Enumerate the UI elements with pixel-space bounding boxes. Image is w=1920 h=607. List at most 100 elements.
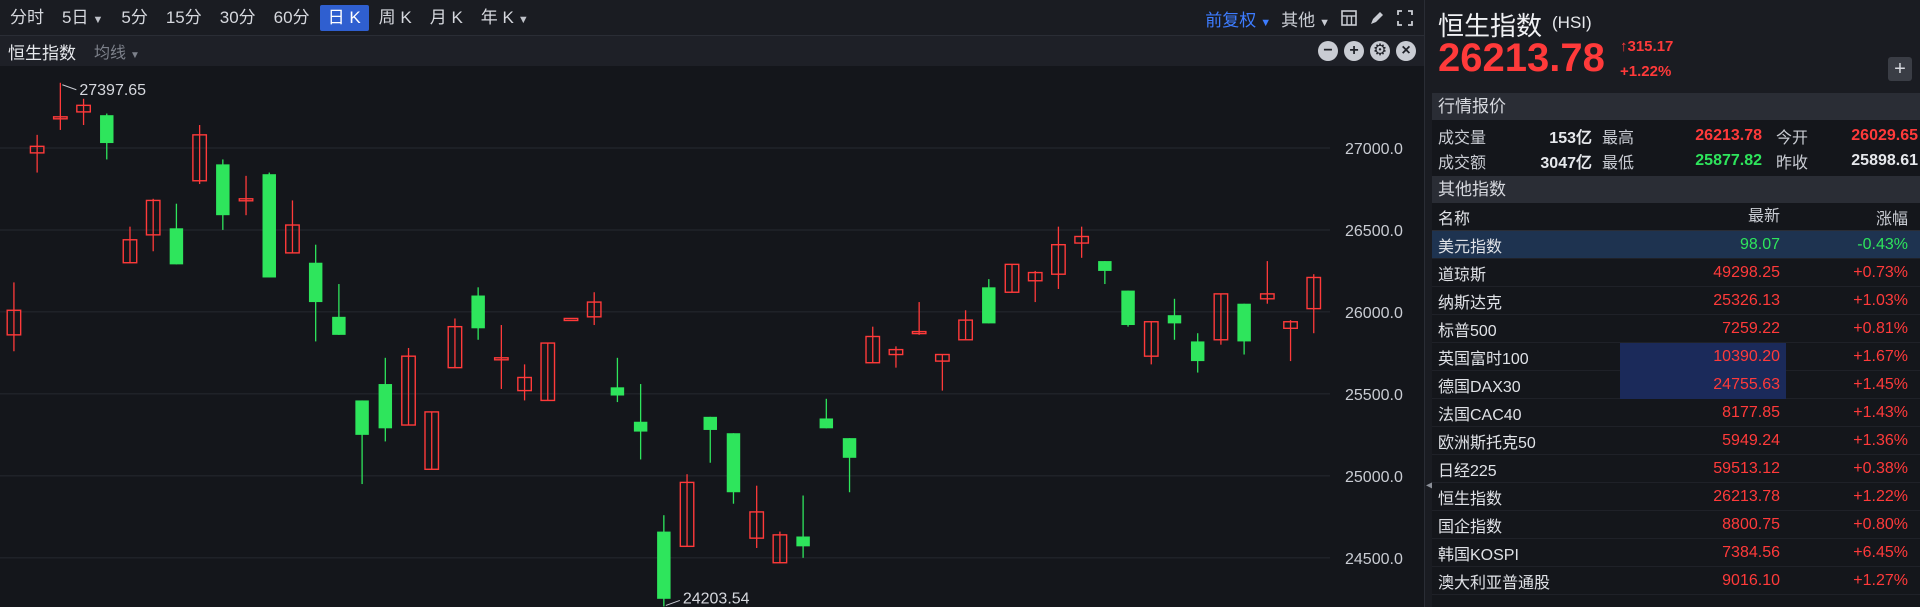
- open-label: 今开: [1776, 129, 1809, 147]
- tf-weekly-k[interactable]: 周 K: [371, 5, 420, 31]
- index-row-chg: +0.73%: [1853, 263, 1908, 281]
- other-label: 其他: [1281, 10, 1316, 30]
- indices-table: 美元指数 98.07 -0.43% 道琼斯 49298.25 +0.73% 纳斯达克 2532…: [1432, 231, 1920, 595]
- index-row-name: 纳斯达克: [1438, 294, 1503, 312]
- candle-body: [1167, 315, 1182, 324]
- index-row-chg: +0.38%: [1853, 459, 1908, 477]
- quote-grid: 成交量 153亿 最高 26213.78 今开 26029.65 成交额 304…: [1432, 120, 1920, 176]
- app-root: 分时 5日 ▼ 5分 15分 30分 60分 日 K 周 K 月 K 年 K ▼ 前…: [0, 0, 1920, 607]
- tf-60min[interactable]: 60分: [266, 5, 318, 31]
- panel-splitter[interactable]: ◀: [1424, 0, 1434, 607]
- chevron-down-icon: ▼: [1260, 16, 1272, 29]
- index-row-last: 10390.20: [1620, 342, 1786, 371]
- add-watchlist-button[interactable]: +: [1888, 57, 1912, 81]
- index-row[interactable]: 德国DAX30 24755.63 +1.45%: [1432, 370, 1920, 399]
- index-row[interactable]: 日经225 59513.12 +0.38%: [1432, 455, 1920, 483]
- index-row[interactable]: 标普500 7259.22 +0.81%: [1432, 315, 1920, 343]
- index-row-chg: +1.03%: [1853, 291, 1908, 309]
- index-row[interactable]: 韩国KOSPI 7384.56 +6.45%: [1432, 539, 1920, 567]
- index-row-chg: +0.80%: [1853, 515, 1908, 533]
- zoom-out-icon[interactable]: −: [1318, 41, 1338, 61]
- adjust-dropdown[interactable]: 前复权 ▼: [1205, 6, 1271, 31]
- open-value: 26029.65: [1851, 126, 1918, 144]
- candlestick-chart[interactable]: 27000.0 26500.0 26000.0 25500.0 25000.0 24500…: [0, 66, 1424, 607]
- low-annotation: 24203.54: [683, 590, 750, 607]
- index-row-chg: +1.67%: [1853, 347, 1908, 365]
- candle-body: [819, 418, 834, 429]
- fullscreen-icon[interactable]: [1396, 9, 1414, 27]
- low-value: 25877.82: [1695, 151, 1762, 169]
- y-tick-label: 24500.0: [1345, 551, 1403, 568]
- tf-monthly-k[interactable]: 月 K: [422, 5, 471, 31]
- chevron-down-icon: ▼: [517, 13, 529, 26]
- tf-fenshi[interactable]: 分时: [2, 5, 52, 31]
- other-dropdown[interactable]: 其他 ▼: [1281, 6, 1330, 31]
- index-row-last: 24755.63: [1620, 370, 1786, 399]
- index-row-name: 法国CAC40: [1438, 406, 1522, 424]
- col-name: 名称: [1438, 210, 1471, 228]
- amt-label: 成交额: [1438, 154, 1487, 172]
- index-row-chg: -0.43%: [1857, 235, 1908, 253]
- close-icon[interactable]: ×: [1396, 41, 1416, 61]
- section-other-indices: 其他指数: [1432, 176, 1920, 203]
- y-tick-label: 25000.0: [1345, 469, 1403, 486]
- chevron-down-icon: ▼: [130, 50, 140, 61]
- index-row-last: 8177.85: [1722, 403, 1780, 421]
- tf-15min[interactable]: 15分: [158, 5, 210, 31]
- tf-daily-k[interactable]: 日 K: [319, 4, 369, 31]
- index-row-name: 恒生指数: [1438, 490, 1503, 508]
- index-row[interactable]: 澳大利亚普通股 9016.10 +1.27%: [1432, 567, 1920, 595]
- up-arrow-icon: ↑: [1620, 38, 1628, 55]
- index-row[interactable]: 法国CAC40 8177.85 +1.43%: [1432, 399, 1920, 427]
- chevron-down-icon: ▼: [1319, 16, 1330, 29]
- index-row[interactable]: 英国富时100 10390.20 +1.67%: [1432, 342, 1920, 371]
- candle-body: [1098, 261, 1112, 271]
- index-row-chg: +1.27%: [1853, 571, 1908, 589]
- index-row[interactable]: 道琼斯 49298.25 +0.73%: [1432, 259, 1920, 287]
- index-row-name: 国企指数: [1438, 518, 1503, 536]
- index-row-chg: +6.45%: [1853, 543, 1908, 561]
- ma-label: 均线: [94, 45, 127, 62]
- settings-gear-icon[interactable]: ⚙: [1370, 41, 1390, 61]
- prev-label: 昨收: [1776, 154, 1809, 172]
- y-tick-label: 26500.0: [1345, 223, 1403, 240]
- index-row[interactable]: 国企指数 8800.75 +0.80%: [1432, 511, 1920, 539]
- tf-5min[interactable]: 5分: [113, 5, 155, 31]
- y-tick-label: 26000.0: [1345, 305, 1403, 322]
- zoom-in-icon[interactable]: +: [1344, 41, 1364, 61]
- candle-body: [378, 384, 393, 429]
- quote-panel: 恒生指数 (HSI) 26213.78 ↑315.17 +1.22% + 行情报…: [1432, 0, 1920, 607]
- index-row-last: 7259.22: [1722, 319, 1780, 337]
- layout-grid-icon[interactable]: [1340, 9, 1358, 27]
- index-row[interactable]: 欧洲斯托克50 5949.24 +1.36%: [1432, 427, 1920, 455]
- prev-value: 25898.61: [1851, 151, 1918, 169]
- ma-dropdown[interactable]: 均线 ▼: [94, 39, 140, 63]
- low-annotation-line: [665, 599, 681, 606]
- candle-body: [262, 174, 276, 278]
- index-row[interactable]: 纳斯达克 25326.13 +1.03%: [1432, 287, 1920, 315]
- candle-body: [796, 536, 810, 547]
- timeframe-toolbar: 分时 5日 ▼ 5分 15分 30分 60分 日 K 周 K 月 K 年 K ▼ 前…: [0, 0, 1424, 36]
- price-change: ↑315.17: [1620, 38, 1673, 55]
- tf-30min[interactable]: 30分: [212, 5, 264, 31]
- candle-body: [216, 164, 230, 216]
- candle-body: [703, 416, 717, 430]
- candle-body: [657, 531, 671, 599]
- high-value: 26213.78: [1695, 126, 1762, 144]
- index-row[interactable]: 恒生指数 26213.78 +1.22%: [1432, 483, 1920, 511]
- index-row-name: 标普500: [1438, 322, 1497, 340]
- draw-pen-icon[interactable]: [1368, 9, 1386, 27]
- candle-body: [355, 400, 369, 435]
- high-label: 最高: [1602, 129, 1635, 147]
- index-row-chg: +0.81%: [1853, 319, 1908, 337]
- tf-yearly-k[interactable]: 年 K ▼: [473, 5, 537, 31]
- candle-body: [1237, 303, 1251, 342]
- price-change-value: 315.17: [1627, 38, 1674, 55]
- index-row-name: 德国DAX30: [1438, 378, 1521, 396]
- tf-5day[interactable]: 5日 ▼: [54, 5, 111, 31]
- candle-body: [1190, 341, 1205, 362]
- index-row-name: 日经225: [1438, 462, 1497, 480]
- low-label: 最低: [1602, 154, 1635, 172]
- index-row[interactable]: 美元指数 98.07 -0.43%: [1432, 231, 1920, 259]
- candle-body: [842, 438, 857, 458]
